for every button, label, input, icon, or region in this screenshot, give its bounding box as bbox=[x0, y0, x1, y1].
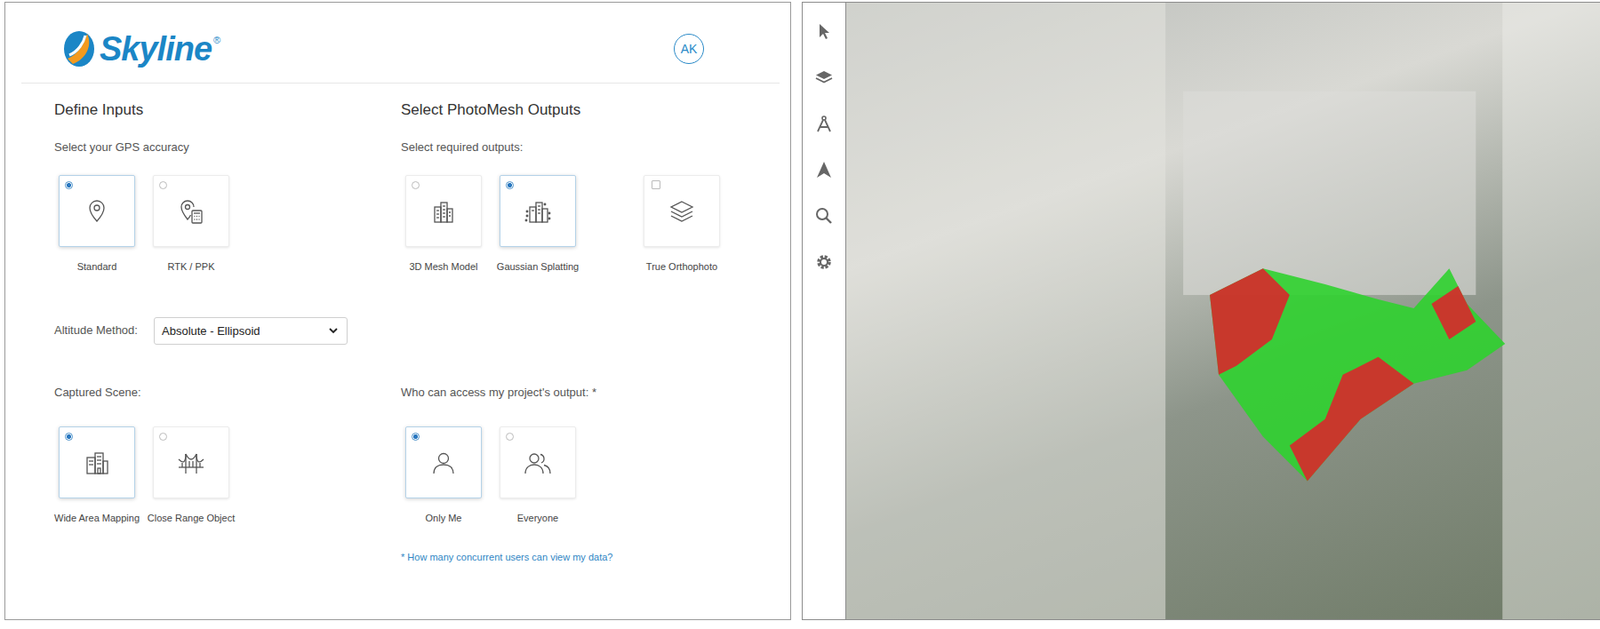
viewer-toolbar bbox=[802, 2, 847, 620]
radio-button[interactable] bbox=[505, 181, 514, 190]
output-option[interactable]: Gaussian Splatting bbox=[495, 175, 581, 273]
gps-label: Select your GPS accuracy bbox=[54, 140, 401, 155]
cursor-icon bbox=[815, 22, 833, 40]
layers-icon bbox=[667, 197, 696, 226]
page: Skyline® AK Define Inputs Select your GPS a… bbox=[0, 0, 1600, 629]
mesh-buildings-icon bbox=[429, 197, 458, 226]
output-option[interactable]: True Orthophoto bbox=[639, 175, 725, 273]
form-body: Define Inputs Select your GPS accuracy Sta… bbox=[5, 83, 791, 564]
scene-options: Wide Area Mapping Close Range Object bbox=[54, 426, 401, 525]
option-label: Close Range Object bbox=[147, 512, 235, 525]
option-card[interactable] bbox=[58, 175, 136, 248]
option-card[interactable] bbox=[405, 175, 482, 248]
search-icon bbox=[815, 207, 833, 225]
header: Skyline® AK bbox=[21, 2, 780, 84]
outputs-label: Select required outputs: bbox=[400, 140, 791, 155]
option-card[interactable] bbox=[58, 426, 136, 499]
altitude-label: Altitude Method: bbox=[54, 323, 147, 338]
scene-option[interactable]: Wide Area Mapping bbox=[54, 426, 140, 525]
logo-mark: ® bbox=[213, 34, 221, 46]
tool-button[interactable] bbox=[813, 159, 835, 181]
layers-icon bbox=[815, 68, 833, 87]
tool-button[interactable] bbox=[813, 66, 835, 88]
gps-option[interactable]: Standard bbox=[54, 175, 140, 273]
pin-icon bbox=[82, 197, 112, 226]
option-card[interactable] bbox=[643, 175, 720, 248]
gear-icon bbox=[815, 253, 833, 272]
buildings-icon bbox=[82, 448, 112, 478]
radio-button[interactable] bbox=[64, 181, 73, 190]
option-label: Everyone bbox=[517, 512, 559, 525]
option-card[interactable] bbox=[152, 175, 230, 248]
option-label: Gaussian Splatting bbox=[496, 260, 579, 273]
option-label: Standard bbox=[77, 260, 118, 273]
radio-button[interactable] bbox=[411, 432, 420, 441]
option-card[interactable] bbox=[499, 426, 576, 499]
people-icon bbox=[523, 448, 552, 478]
option-label: RTK / PPK bbox=[168, 260, 216, 273]
access-label: Who can access my project's output: * bbox=[400, 385, 791, 400]
scene-label: Captured Scene: bbox=[54, 385, 401, 400]
option-label: Only Me bbox=[425, 512, 463, 525]
outputs-title: Select PhotoMesh Outputs bbox=[400, 101, 791, 120]
person-icon bbox=[429, 448, 458, 478]
logo: Skyline® bbox=[60, 25, 221, 72]
altitude-select[interactable]: Absolute - Ellipsoid bbox=[153, 317, 348, 345]
output-option[interactable]: 3D Mesh Model bbox=[400, 175, 487, 273]
access-options: Only Me Everyone bbox=[400, 426, 791, 525]
altitude-value: Absolute - Ellipsoid bbox=[161, 324, 261, 338]
radio-button[interactable] bbox=[159, 181, 168, 190]
setup-panel: Skyline® AK Define Inputs Select your GPS a… bbox=[4, 1, 792, 621]
gps-option[interactable]: RTK / PPK bbox=[148, 175, 234, 273]
tool-button[interactable] bbox=[813, 112, 835, 135]
inputs-title: Define Inputs bbox=[54, 101, 401, 120]
tool-button[interactable] bbox=[813, 20, 835, 42]
tool-button[interactable] bbox=[813, 251, 835, 273]
radio-button[interactable] bbox=[159, 432, 168, 441]
pin-calculator-icon bbox=[176, 197, 206, 226]
chevron-down-icon bbox=[328, 327, 338, 335]
concurrent-users-link[interactable]: * How many concurrent users can view my … bbox=[400, 551, 791, 564]
tool-button[interactable] bbox=[813, 205, 835, 227]
access-option[interactable]: Only Me bbox=[400, 426, 487, 525]
radio-button[interactable] bbox=[64, 432, 73, 441]
inputs-column: Define Inputs Select your GPS accuracy Sta… bbox=[5, 101, 401, 564]
output-options: 3D Mesh Model Gaussian Splatting True Orth… bbox=[400, 175, 791, 273]
gps-options: Standard RTK / PPK bbox=[54, 175, 401, 273]
drafting-compass-icon bbox=[815, 114, 833, 133]
aerial-photo[interactable] bbox=[846, 2, 1600, 620]
outputs-column: Select PhotoMesh Outputs Select required … bbox=[400, 101, 791, 564]
option-label: Wide Area Mapping bbox=[54, 512, 140, 525]
coverage-overlay bbox=[846, 2, 1600, 620]
logo-text: Skyline bbox=[99, 28, 212, 70]
altitude-row: Altitude Method: Absolute - Ellipsoid bbox=[54, 316, 401, 345]
bridge-icon bbox=[176, 448, 206, 478]
swoosh-logo-icon bbox=[60, 28, 98, 70]
user-avatar[interactable]: AK bbox=[673, 33, 704, 64]
option-card[interactable] bbox=[405, 426, 482, 499]
viewer bbox=[801, 1, 1600, 621]
checkbox[interactable] bbox=[651, 180, 661, 190]
option-card[interactable] bbox=[152, 426, 230, 499]
navigation-arrow-icon bbox=[815, 160, 833, 179]
splat-buildings-icon bbox=[523, 197, 552, 226]
radio-button[interactable] bbox=[411, 181, 420, 190]
access-option[interactable]: Everyone bbox=[495, 426, 581, 525]
option-label: True Orthophoto bbox=[646, 260, 718, 273]
radio-button[interactable] bbox=[505, 432, 514, 441]
option-card[interactable] bbox=[499, 175, 576, 248]
option-label: 3D Mesh Model bbox=[408, 260, 478, 273]
scene-option[interactable]: Close Range Object bbox=[148, 426, 234, 525]
